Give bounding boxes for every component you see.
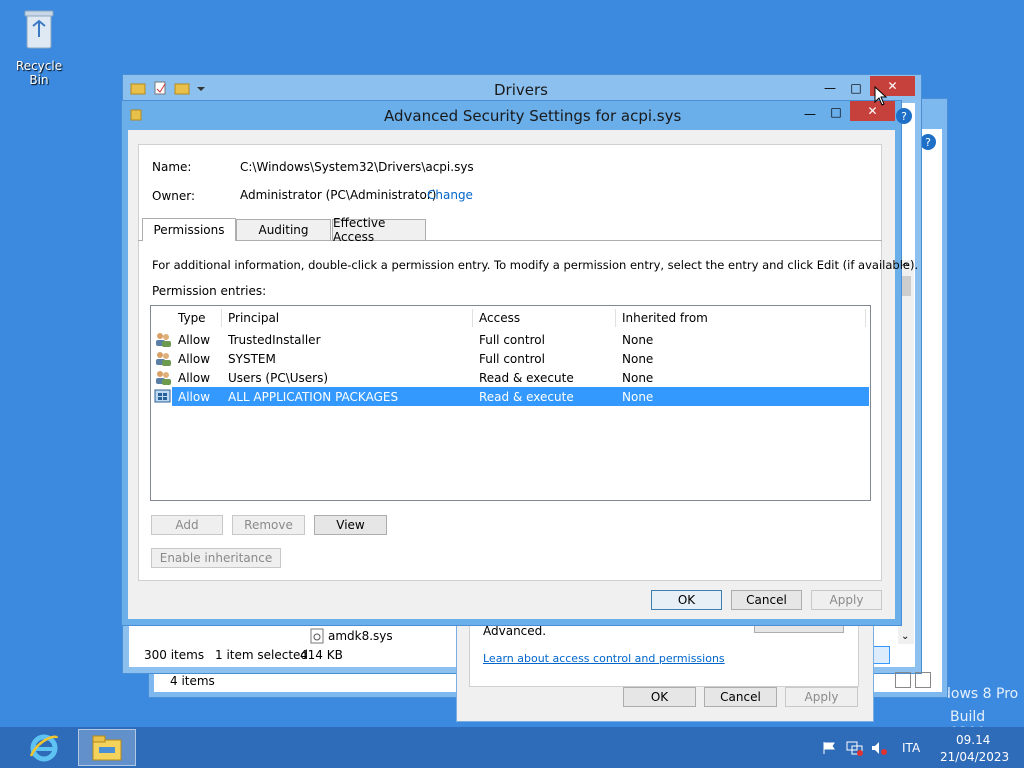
scroll-thumb[interactable] bbox=[901, 276, 911, 296]
back-tiles-view-icon[interactable] bbox=[915, 672, 931, 688]
column-separator[interactable] bbox=[472, 309, 473, 327]
dialog-maximize-button[interactable]: □ bbox=[826, 102, 846, 122]
props-ok-button[interactable]: OK bbox=[623, 687, 696, 707]
recycle-bin-icon bbox=[24, 10, 54, 49]
users-icon bbox=[156, 333, 171, 347]
props-cancel-button[interactable]: Cancel bbox=[704, 687, 777, 707]
explorer-maximize-button[interactable]: □ bbox=[846, 78, 866, 98]
add-button[interactable]: Add bbox=[151, 515, 223, 535]
language-indicator[interactable]: ITA bbox=[902, 741, 920, 755]
row-inherited: None bbox=[622, 389, 654, 404]
dialog-cancel-button[interactable]: Cancel bbox=[731, 590, 802, 610]
row-access: Full control bbox=[479, 351, 545, 366]
system-file-icon bbox=[310, 628, 324, 644]
ie-taskbar-button[interactable] bbox=[26, 730, 62, 766]
props-apply-button[interactable]: Apply bbox=[785, 687, 858, 707]
app-packages-icon bbox=[154, 389, 171, 403]
clock-time[interactable]: 09.14 bbox=[956, 733, 990, 747]
row-principal: TrustedInstaller bbox=[228, 332, 321, 347]
row-type: Allow bbox=[178, 389, 211, 404]
explorer-toolbar-icons[interactable] bbox=[130, 80, 206, 96]
name-label: Name: bbox=[152, 160, 192, 174]
details-view-icon[interactable] bbox=[872, 646, 890, 664]
remove-button[interactable]: Remove bbox=[232, 515, 305, 535]
recycle-bin-label: Recycle Bin bbox=[15, 59, 63, 87]
learn-access-link[interactable]: Learn about access control and permissio… bbox=[483, 652, 725, 665]
new-folder-icon bbox=[174, 83, 190, 95]
column-separator[interactable] bbox=[221, 309, 222, 327]
tab-strip-line bbox=[138, 240, 882, 241]
network-icon[interactable] bbox=[846, 740, 864, 756]
watermark-line1: dows 8 Pro bbox=[942, 686, 1019, 702]
properties-icon bbox=[154, 81, 166, 95]
column-separator[interactable] bbox=[865, 309, 866, 327]
column-header-access[interactable]: Access bbox=[479, 307, 520, 329]
file-item[interactable]: amdk8.sys bbox=[310, 628, 393, 644]
dropdown-icon bbox=[197, 87, 205, 91]
status-items: 300 items bbox=[144, 648, 205, 662]
advanced-text: Advanced. bbox=[483, 624, 547, 638]
tab-effective-access[interactable]: Effective Access bbox=[332, 216, 426, 244]
action-center-flag-icon[interactable] bbox=[822, 741, 838, 755]
tab-auditing[interactable]: Auditing bbox=[236, 219, 331, 240]
column-separator[interactable] bbox=[615, 309, 616, 327]
explorer-taskbar-button[interactable] bbox=[78, 729, 136, 766]
dialog-ok-button[interactable]: OK bbox=[651, 590, 722, 610]
volume-muted-icon[interactable] bbox=[870, 740, 888, 756]
row-access: Read & execute bbox=[479, 370, 574, 385]
tab-permissions[interactable]: Permissions bbox=[142, 218, 236, 241]
taskbar: ITA 09.14 21/04/2023 bbox=[0, 727, 1024, 768]
row-inherited: None bbox=[622, 332, 654, 347]
recycle-bin[interactable]: Recycle Bin bbox=[6, 6, 72, 87]
row-type: Allow bbox=[178, 351, 211, 366]
explorer-title: Drivers bbox=[494, 81, 548, 99]
dialog-close-button[interactable]: ✕ bbox=[850, 101, 895, 121]
explorer-minimize-button[interactable]: — bbox=[820, 78, 840, 98]
row-type: Allow bbox=[178, 332, 211, 347]
owner-value: Administrator (PC\Administrator) bbox=[240, 188, 437, 202]
file-explorer-icon bbox=[92, 735, 122, 760]
table-row[interactable]: Allow Users (PC\Users) Read & execute No… bbox=[152, 368, 869, 387]
file-item-label: amdk8.sys bbox=[328, 629, 393, 643]
table-row[interactable]: Allow SYSTEM Full control None bbox=[152, 349, 869, 368]
tiles-view-icon[interactable] bbox=[892, 646, 908, 662]
mouse-cursor-icon bbox=[874, 86, 888, 106]
info-text: For additional information, double-click… bbox=[152, 258, 919, 272]
scroll-down-icon[interactable]: ⌄ bbox=[901, 631, 909, 642]
row-type: Allow bbox=[178, 370, 211, 385]
row-access: Read & execute bbox=[479, 389, 574, 404]
status-size: 414 KB bbox=[300, 648, 343, 662]
name-value: C:\Windows\System32\Drivers\acpi.sys bbox=[240, 160, 474, 174]
status-selected: 1 item selected bbox=[215, 648, 309, 662]
table-row[interactable]: Allow TrustedInstaller Full control None bbox=[152, 330, 869, 349]
row-inherited: None bbox=[622, 370, 654, 385]
row-principal: Users (PC\Users) bbox=[228, 370, 329, 385]
change-owner-link[interactable]: Change bbox=[427, 188, 473, 202]
users-icon bbox=[156, 371, 171, 385]
dialog-folder-icon bbox=[130, 107, 142, 124]
folder-icon bbox=[130, 83, 146, 95]
users-icon bbox=[156, 352, 171, 366]
help-icon[interactable]: ? bbox=[896, 108, 912, 124]
dialog-minimize-button[interactable]: — bbox=[800, 104, 820, 124]
enable-inheritance-button[interactable]: Enable inheritance bbox=[151, 548, 281, 568]
table-row-selected[interactable]: Allow ALL APPLICATION PACKAGES Read & ex… bbox=[152, 387, 869, 406]
clock-date[interactable]: 21/04/2023 bbox=[940, 750, 1009, 764]
dialog-title: Advanced Security Settings for acpi.sys bbox=[384, 107, 682, 125]
back-details-view-icon[interactable] bbox=[895, 672, 911, 688]
back-help-icon[interactable]: ? bbox=[920, 134, 936, 150]
row-inherited: None bbox=[622, 351, 654, 366]
internet-explorer-icon bbox=[29, 734, 59, 762]
back-status-items: 4 items bbox=[170, 674, 215, 688]
permission-entries-label: Permission entries: bbox=[152, 284, 267, 298]
column-header-type[interactable]: Type bbox=[178, 307, 206, 329]
column-header-principal[interactable]: Principal bbox=[228, 307, 279, 329]
column-header-inherited[interactable]: Inherited from bbox=[622, 307, 708, 329]
owner-label: Owner: bbox=[152, 189, 196, 203]
row-access: Full control bbox=[479, 332, 545, 347]
row-principal: SYSTEM bbox=[228, 351, 276, 366]
dialog-apply-button[interactable]: Apply bbox=[811, 590, 882, 610]
view-button[interactable]: View bbox=[314, 515, 387, 535]
row-principal: ALL APPLICATION PACKAGES bbox=[228, 389, 399, 404]
